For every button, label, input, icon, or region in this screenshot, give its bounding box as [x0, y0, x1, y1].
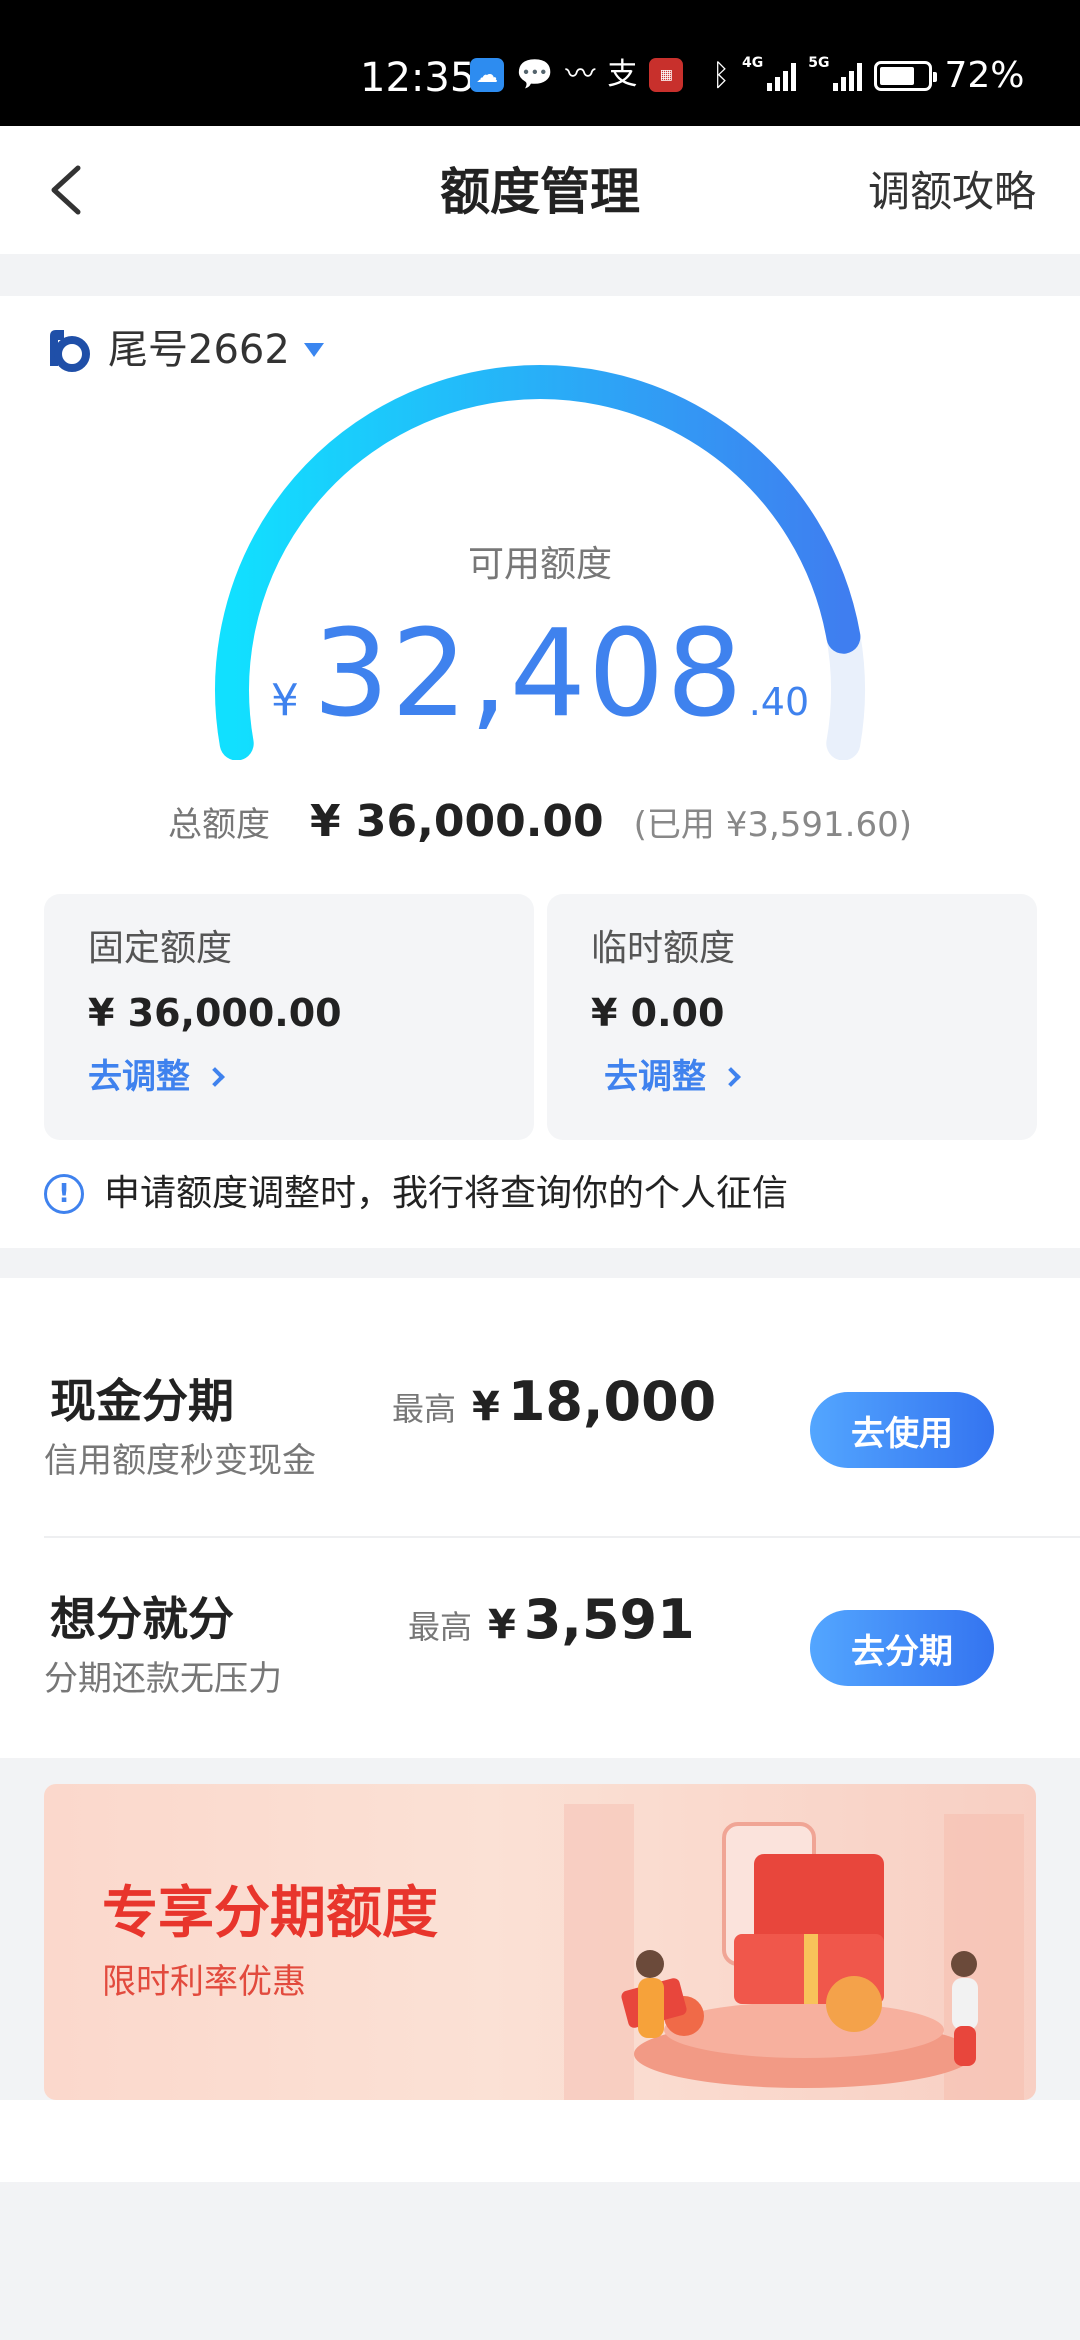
limit-guide-link[interactable]: 调额攻略 — [868, 164, 1036, 220]
cash-installment-max: 最高 ¥ 18,000 — [392, 1370, 716, 1433]
currency-symbol: ¥ — [472, 1384, 500, 1430]
adjust-temporary-link[interactable]: 去调整 — [604, 1054, 741, 1100]
adjust-fixed-link[interactable]: 去调整 — [88, 1054, 225, 1100]
max-value: 3,591 — [523, 1588, 695, 1651]
cash-installment-subtitle: 信用额度秒变现金 — [44, 1441, 316, 1481]
max-label: 最高 — [392, 1390, 457, 1428]
cash-installment-title: 现金分期 — [50, 1374, 234, 1428]
fixed-limit-value: ¥ 36,000.00 — [88, 991, 342, 1035]
temporary-limit-card: 临时额度 ¥ 0.00 去调整 — [547, 894, 1037, 1140]
gift-illustration — [564, 1804, 1024, 2100]
caret-down-icon — [303, 343, 324, 357]
bottom-spacer — [0, 2100, 1080, 2182]
used-amount: (已用 ¥3,591.60) — [633, 805, 913, 845]
total-limit-label: 总额度 — [167, 805, 270, 845]
network-type-2: 5G — [808, 55, 830, 71]
currency-symbol: ¥ — [270, 675, 299, 726]
flexible-installment-subtitle: 分期还款无压力 — [44, 1659, 282, 1699]
news-app-icon: ▦ — [649, 58, 684, 92]
bluetooth-icon: ᛒ — [712, 58, 730, 93]
divider — [44, 1536, 1080, 1538]
bank-logo-icon — [50, 330, 90, 372]
available-decimal: .40 — [748, 680, 810, 724]
flexible-installment-max: 最高 ¥ 3,591 — [408, 1588, 695, 1651]
credit-inquiry-notice: ! 申请额度调整时，我行将查询你的个人征信 — [44, 1170, 788, 1218]
temporary-limit-value: ¥ 0.00 — [591, 991, 725, 1035]
info-icon: ! — [44, 1174, 84, 1214]
chevron-right-icon — [721, 1067, 741, 1087]
system-status: ᛒ 4G 5G 72% — [712, 56, 1024, 96]
flexible-installment-title: 想分就分 — [50, 1592, 234, 1646]
fixed-limit-title: 固定额度 — [88, 928, 233, 969]
alipay-icon: 支 — [607, 57, 638, 92]
fixed-limit-card: 固定额度 ¥ 36,000.00 去调整 — [44, 894, 534, 1140]
use-cash-button[interactable]: 去使用 — [810, 1392, 994, 1468]
total-limit-row: 总额度 ¥ 36,000.00 (已用 ¥3,591.60) — [0, 796, 1080, 847]
adjust-fixed-label: 去调整 — [88, 1057, 190, 1097]
notification-icons: ☁ 💬 〰 支 ▦ — [470, 57, 684, 92]
max-value: 18,000 — [507, 1370, 717, 1433]
available-limit-label: 可用额度 — [467, 544, 612, 585]
banner-title: 专享分期额度 — [102, 1881, 438, 1946]
promo-banner[interactable]: 专享分期额度 限时利率优惠 — [44, 1784, 1036, 2100]
banner-subtitle: 限时利率优惠 — [102, 1962, 306, 2002]
notice-text: 申请额度调整时，我行将查询你的个人征信 — [104, 1173, 789, 1214]
weather-app-icon: ☁ — [470, 58, 504, 92]
app-swoosh-icon: 〰 — [565, 57, 596, 92]
signal-icon-1 — [767, 61, 797, 91]
battery-icon — [874, 61, 938, 91]
clock: 12:35 — [360, 55, 476, 101]
currency-symbol: ¥ — [488, 1602, 516, 1648]
wechat-icon: 💬 — [516, 57, 554, 92]
battery-percent: 72% — [944, 55, 1025, 96]
temporary-limit-title: 临时额度 — [591, 928, 736, 969]
chevron-right-icon — [205, 1067, 225, 1087]
nav-bar: 额度管理 调额攻略 — [0, 126, 1080, 254]
status-bar: 12:35 ☁ 💬 〰 支 ▦ ᛒ 4G 5G 72% — [0, 0, 1080, 126]
adjust-temporary-label: 去调整 — [604, 1057, 706, 1097]
available-limit-amount: ¥ 32,408 .40 — [0, 610, 1080, 740]
signal-icon-2 — [833, 61, 863, 91]
available-integer: 32,408 — [312, 605, 745, 744]
total-limit-value: ¥ 36,000.00 — [309, 796, 604, 847]
start-installment-button[interactable]: 去分期 — [810, 1610, 994, 1686]
max-label: 最高 — [408, 1608, 473, 1646]
network-type-1: 4G — [742, 55, 764, 71]
